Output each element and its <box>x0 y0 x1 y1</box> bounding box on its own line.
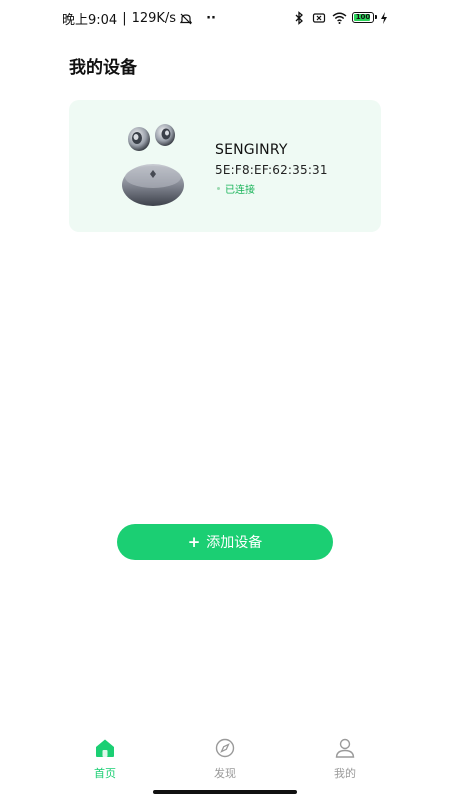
nav-label-home: 首页 <box>94 767 116 780</box>
plus-icon: + <box>187 533 201 551</box>
status-right: 100 <box>292 10 388 25</box>
add-device-label: 添加设备 <box>206 535 263 551</box>
connection-status-label: 已连接 <box>225 185 255 196</box>
status-bar: 晚上9:04 | 129K/s ·· 100 <box>0 0 450 34</box>
status-left: 晚上9:04 | 129K/s ·· <box>62 11 216 28</box>
mute-icon <box>179 12 193 26</box>
sim-card-icon <box>312 10 326 24</box>
status-dot <box>217 187 220 190</box>
device-info: SENGINRY 5E:F8:EF:62:35:31 已连接 <box>215 142 328 196</box>
wifi-icon <box>332 10 347 24</box>
earbuds-image <box>119 122 189 210</box>
add-device-button[interactable]: + 添加设备 <box>117 524 333 560</box>
connection-status: 已连接 <box>215 181 328 196</box>
user-icon <box>334 738 356 762</box>
device-name: SENGINRY <box>215 142 288 158</box>
charging-icon <box>380 10 388 24</box>
compass-icon <box>214 738 236 762</box>
battery-icon: 100 <box>352 11 377 23</box>
nav-label-discover: 发现 <box>214 767 236 780</box>
device-mac-address: 5E:F8:EF:62:35:31 <box>215 163 328 177</box>
nav-label-me: 我的 <box>334 767 356 780</box>
device-card[interactable]: SENGINRY 5E:F8:EF:62:35:31 已连接 <box>69 100 381 232</box>
home-indicator[interactable] <box>153 790 297 794</box>
more-indicator: ·· <box>206 11 216 26</box>
battery-level: 100 <box>355 12 371 21</box>
nav-item-me[interactable]: 我的 <box>315 738 375 781</box>
bottom-nav: 首页 发现 我的 <box>0 730 450 782</box>
nav-item-discover[interactable]: 发现 <box>195 738 255 781</box>
home-icon <box>94 738 116 762</box>
network-speed: 129K/s <box>131 11 177 26</box>
page-title: 我的设备 <box>69 58 137 78</box>
nav-item-home[interactable]: 首页 <box>75 738 135 781</box>
status-time: 晚上9:04 <box>62 13 118 28</box>
bluetooth-icon <box>292 10 306 25</box>
